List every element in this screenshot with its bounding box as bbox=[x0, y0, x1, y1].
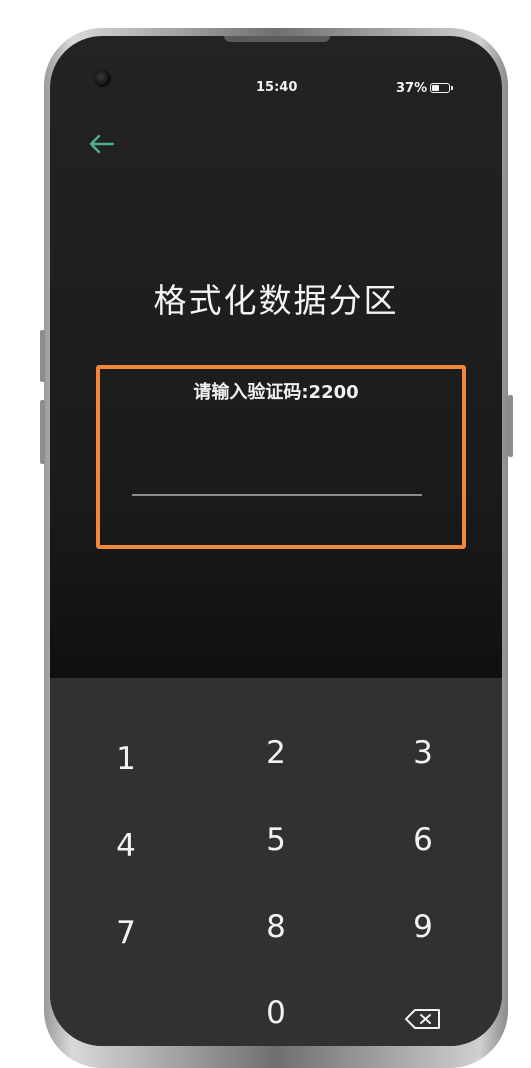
earpiece bbox=[224, 36, 330, 42]
battery-percent: 37% bbox=[396, 80, 428, 96]
delete-key[interactable] bbox=[363, 984, 483, 1046]
verification-prompt: 请输入验证码:2200 bbox=[193, 382, 359, 403]
status-time: 15:40 bbox=[256, 80, 298, 95]
key-7[interactable]: 7 bbox=[66, 898, 186, 968]
key-4[interactable]: 4 bbox=[66, 811, 186, 881]
key-8[interactable]: 8 bbox=[216, 892, 336, 962]
numeric-keypad: 1 2 3 4 5 6 7 8 9 0 bbox=[50, 678, 502, 1046]
key-9[interactable]: 9 bbox=[363, 892, 483, 962]
key-0[interactable]: 0 bbox=[216, 978, 336, 1046]
page-title: 格式化数据分区 bbox=[153, 281, 399, 320]
battery-icon bbox=[430, 83, 454, 93]
phone-screen: 15:40 37% 格式化数据分区 请输入验证码:2200 1 2 3 4 5 … bbox=[50, 36, 502, 1046]
backspace-icon bbox=[405, 1009, 440, 1029]
right-side-button bbox=[508, 395, 513, 457]
key-2[interactable]: 2 bbox=[216, 718, 336, 788]
front-camera bbox=[94, 70, 111, 87]
status-battery: 37% bbox=[396, 80, 454, 96]
key-5[interactable]: 5 bbox=[216, 805, 336, 875]
back-button[interactable] bbox=[86, 132, 116, 156]
verification-code-input[interactable] bbox=[132, 464, 422, 496]
key-1[interactable]: 1 bbox=[66, 724, 186, 794]
left-side-button bbox=[40, 330, 45, 382]
key-6[interactable]: 6 bbox=[363, 805, 483, 875]
left-side-button-2 bbox=[40, 400, 45, 464]
key-3[interactable]: 3 bbox=[363, 718, 483, 788]
back-arrow-icon bbox=[89, 134, 115, 154]
